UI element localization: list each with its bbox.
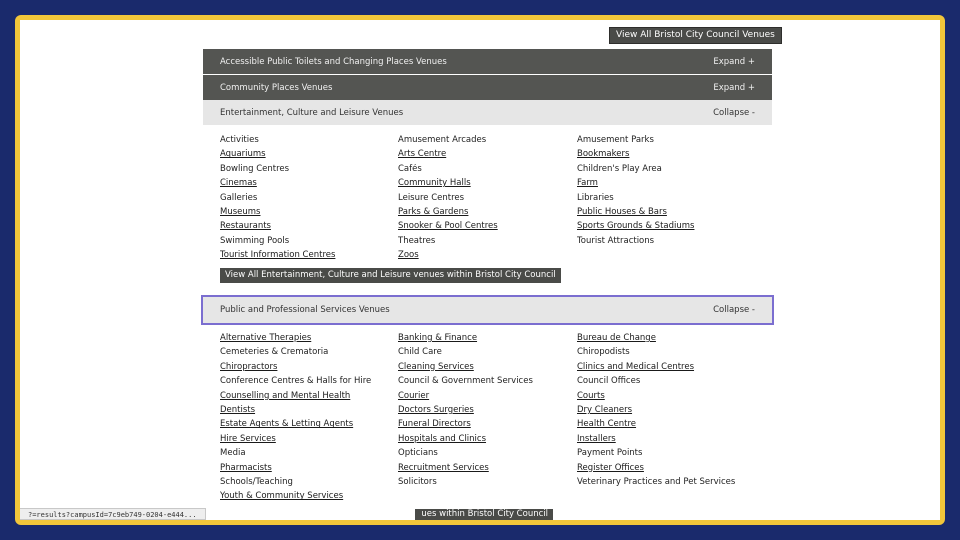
collapse-toggle[interactable]: Collapse - bbox=[713, 305, 755, 315]
expand-toggle[interactable]: Expand + bbox=[713, 83, 755, 93]
venue-category-link: Leisure Centres bbox=[398, 192, 465, 203]
venue-category-link: Cemeteries & Crematoria bbox=[220, 347, 329, 358]
venue-category-link: Veterinary Practices and Pet Services bbox=[577, 476, 736, 487]
venue-category-link[interactable]: Courier bbox=[398, 391, 577, 405]
venue-category-link[interactable]: Restaurants bbox=[220, 221, 398, 235]
venue-category-link[interactable]: Recruitment Services bbox=[398, 463, 577, 477]
venue-category-link: Solicitors bbox=[398, 476, 437, 487]
venue-category-link: Theatres bbox=[398, 235, 436, 246]
empty-cell bbox=[577, 250, 777, 264]
empty-cell bbox=[398, 491, 577, 505]
venue-category-link[interactable]: Cleaning Services bbox=[398, 362, 577, 376]
venue-category-link: Media bbox=[220, 448, 246, 459]
venue-category-link: Bowling Centres bbox=[220, 163, 290, 174]
view-all-services-button[interactable]: ues within Bristol City Council bbox=[415, 509, 553, 520]
empty-cell bbox=[577, 491, 777, 505]
venue-category-link[interactable]: Health Centre bbox=[577, 419, 777, 433]
venue-category-link[interactable]: Funeral Directors bbox=[398, 419, 577, 433]
venue-category-link[interactable]: Sports Grounds & Stadiums bbox=[577, 221, 777, 235]
venue-category-link: Payment Points bbox=[577, 448, 643, 459]
view-all-entertainment-button[interactable]: View All Entertainment, Culture and Leis… bbox=[220, 268, 561, 283]
venue-category-link[interactable]: Installers bbox=[577, 434, 777, 448]
venue-category-link: Children's Play Area bbox=[577, 163, 662, 174]
venue-category-link: Council Offices bbox=[577, 376, 641, 387]
venue-category-link[interactable]: Youth & Community Services bbox=[220, 491, 398, 505]
venue-category-link[interactable]: Bookmakers bbox=[577, 149, 777, 163]
venue-category-link[interactable]: Pharmacists bbox=[220, 463, 398, 477]
accordion-accessible-toilets[interactable]: Accessible Public Toilets and Changing P… bbox=[203, 49, 772, 74]
venue-category-link: Amusement Arcades bbox=[398, 135, 487, 145]
venue-category-link[interactable]: Register Offices bbox=[577, 463, 777, 477]
venue-category-link: Council & Government Services bbox=[398, 376, 533, 387]
venue-category-link[interactable]: Dentists bbox=[220, 405, 398, 419]
accordion-community-places[interactable]: Community Places Venues Expand + bbox=[203, 75, 772, 100]
venue-category-link[interactable]: Museums bbox=[220, 207, 398, 221]
venue-category-link[interactable]: Cinemas bbox=[220, 178, 398, 192]
view-all-venues-button[interactable]: View All Bristol City Council Venues bbox=[609, 27, 782, 44]
accordion-entertainment[interactable]: Entertainment, Culture and Leisure Venue… bbox=[203, 100, 772, 125]
expand-toggle[interactable]: Expand + bbox=[713, 57, 755, 67]
accordion-title: Entertainment, Culture and Leisure Venue… bbox=[220, 107, 404, 118]
venue-category-link[interactable]: Zoos bbox=[398, 250, 577, 264]
venue-category-link[interactable]: Hire Services bbox=[220, 434, 398, 448]
accordion-title: Accessible Public Toilets and Changing P… bbox=[220, 56, 447, 67]
venue-category-link: Child Care bbox=[398, 347, 442, 358]
venue-category-link[interactable]: Tourist Information Centres bbox=[220, 250, 398, 264]
venue-page: View All Bristol City Council Venues Acc… bbox=[20, 20, 940, 520]
accordion-title: Public and Professional Services Venues bbox=[220, 305, 390, 315]
browser-status-bar: ?=results?campusId=7c9eb749-0204-e444... bbox=[20, 508, 206, 520]
venue-category-link: Galleries bbox=[220, 192, 258, 203]
venue-category-link: Swimming Pools bbox=[220, 235, 290, 246]
venue-category-link[interactable]: Estate Agents & Letting Agents bbox=[220, 419, 398, 433]
venue-category-link[interactable]: Aquariums bbox=[220, 149, 398, 163]
venue-category-link[interactable]: Dry Cleaners bbox=[577, 405, 777, 419]
venue-category-link[interactable]: Courts bbox=[577, 391, 777, 405]
venue-category-link: Schools/Teaching bbox=[220, 476, 293, 487]
venue-category-link[interactable]: Parks & Gardens bbox=[398, 207, 577, 221]
venue-category-link[interactable]: Snooker & Pool Centres bbox=[398, 221, 577, 235]
venue-category-link[interactable]: Public Houses & Bars bbox=[577, 207, 777, 221]
venue-category-link: Conference Centres & Halls for Hire bbox=[220, 376, 372, 387]
venue-category-link[interactable]: Bureau de Change bbox=[577, 333, 777, 347]
venue-category-link[interactable]: Alternative Therapies bbox=[220, 333, 398, 347]
venue-category-link[interactable]: Counselling and Mental Health bbox=[220, 391, 398, 405]
venue-category-link: Activities bbox=[220, 135, 259, 145]
venue-category-link: Cafés bbox=[398, 163, 422, 174]
venue-category-link: Libraries bbox=[577, 192, 614, 203]
venue-category-link[interactable]: Hospitals and Clinics bbox=[398, 434, 577, 448]
venue-category-link: Opticians bbox=[398, 448, 438, 459]
venue-category-link[interactable]: Clinics and Medical Centres bbox=[577, 362, 777, 376]
venue-category-link: Amusement Parks bbox=[577, 135, 654, 145]
venue-category-link: Chiropodists bbox=[577, 347, 630, 358]
accordion-title: Community Places Venues bbox=[220, 82, 333, 93]
accordion-public-services[interactable]: Public and Professional Services Venues … bbox=[201, 295, 774, 325]
venue-category-link[interactable]: Chiropractors bbox=[220, 362, 398, 376]
venue-category-link: Tourist Attractions bbox=[577, 235, 655, 246]
venue-category-link[interactable]: Doctors Surgeries bbox=[398, 405, 577, 419]
venue-category-link[interactable]: Arts Centre bbox=[398, 149, 577, 163]
entertainment-venue-list: Activities Amusement Arcades Amusement Par… bbox=[220, 135, 780, 265]
services-venue-list: Alternative Therapies Banking & Finance Bu… bbox=[220, 333, 780, 506]
collapse-toggle[interactable]: Collapse - bbox=[713, 108, 755, 118]
venue-category-link[interactable]: Banking & Finance bbox=[398, 333, 577, 347]
venue-category-link[interactable]: Community Halls bbox=[398, 178, 577, 192]
venue-category-link[interactable]: Farm bbox=[577, 178, 777, 192]
